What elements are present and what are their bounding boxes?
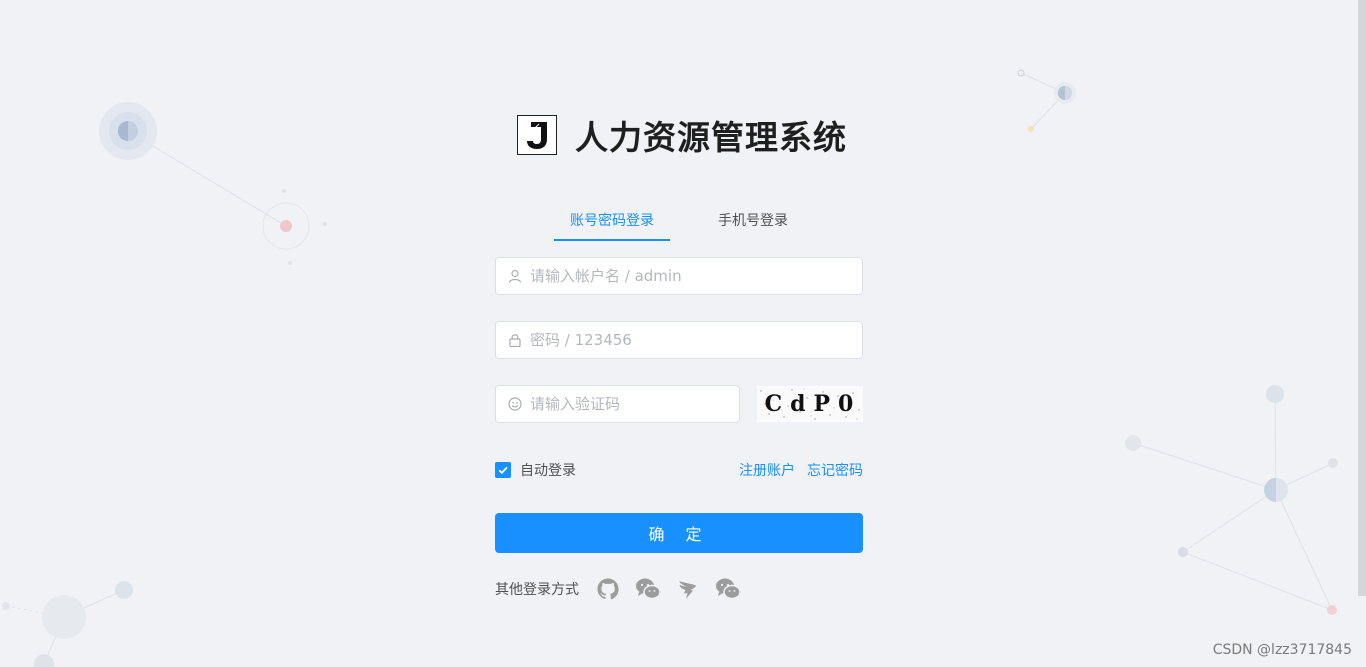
password-field[interactable] (495, 321, 863, 359)
user-icon (508, 269, 522, 283)
smile-icon (508, 397, 522, 411)
logo (517, 115, 557, 155)
forgot-password-link[interactable]: 忘记密码 (807, 460, 863, 480)
username-field[interactable] (495, 257, 863, 295)
submit-button[interactable]: 确 定 (495, 513, 863, 553)
dingtalk-icon[interactable] (675, 576, 701, 602)
scrollbar-thumb[interactable] (1358, 0, 1366, 596)
github-icon[interactable] (595, 576, 621, 602)
lock-icon (508, 333, 522, 347)
captcha-code: CdP0 (764, 391, 862, 417)
other-login-methods: 其他登录方式 (495, 576, 755, 602)
brand-header: 人力资源管理系统 (517, 111, 847, 159)
login-tabs: 账号密码登录 手机号登录 (554, 200, 814, 242)
checkbox-checked-icon[interactable] (495, 462, 511, 478)
tab-active-indicator (554, 239, 670, 241)
tab-phone-login[interactable]: 手机号登录 (718, 210, 788, 230)
app-title: 人力资源管理系统 (575, 118, 847, 157)
username-input[interactable] (528, 260, 862, 292)
auto-login-label: 自动登录 (520, 463, 576, 479)
watermark: CSDN @lzz3717845 (1212, 642, 1352, 658)
captcha-field[interactable] (495, 385, 740, 423)
captcha-image[interactable]: CdP0 (757, 386, 863, 422)
logo-j-icon (527, 122, 547, 149)
wechat-icon[interactable] (635, 576, 661, 602)
wechat-icon[interactable] (715, 576, 741, 602)
register-link[interactable]: 注册账户 (739, 460, 795, 480)
auto-login-checkbox[interactable]: 自动登录 (495, 460, 576, 480)
scrollbar-track[interactable] (1358, 0, 1366, 667)
other-login-label: 其他登录方式 (495, 582, 579, 598)
password-input[interactable] (528, 324, 862, 356)
login-page: 人力资源管理系统 账号密码登录 手机号登录 请输入帐户名 / admin 请输入… (0, 0, 1366, 667)
tab-account-login[interactable]: 账号密码登录 (570, 210, 654, 230)
captcha-input[interactable] (528, 388, 739, 420)
account-links: 注册账户 忘记密码 (739, 460, 863, 480)
